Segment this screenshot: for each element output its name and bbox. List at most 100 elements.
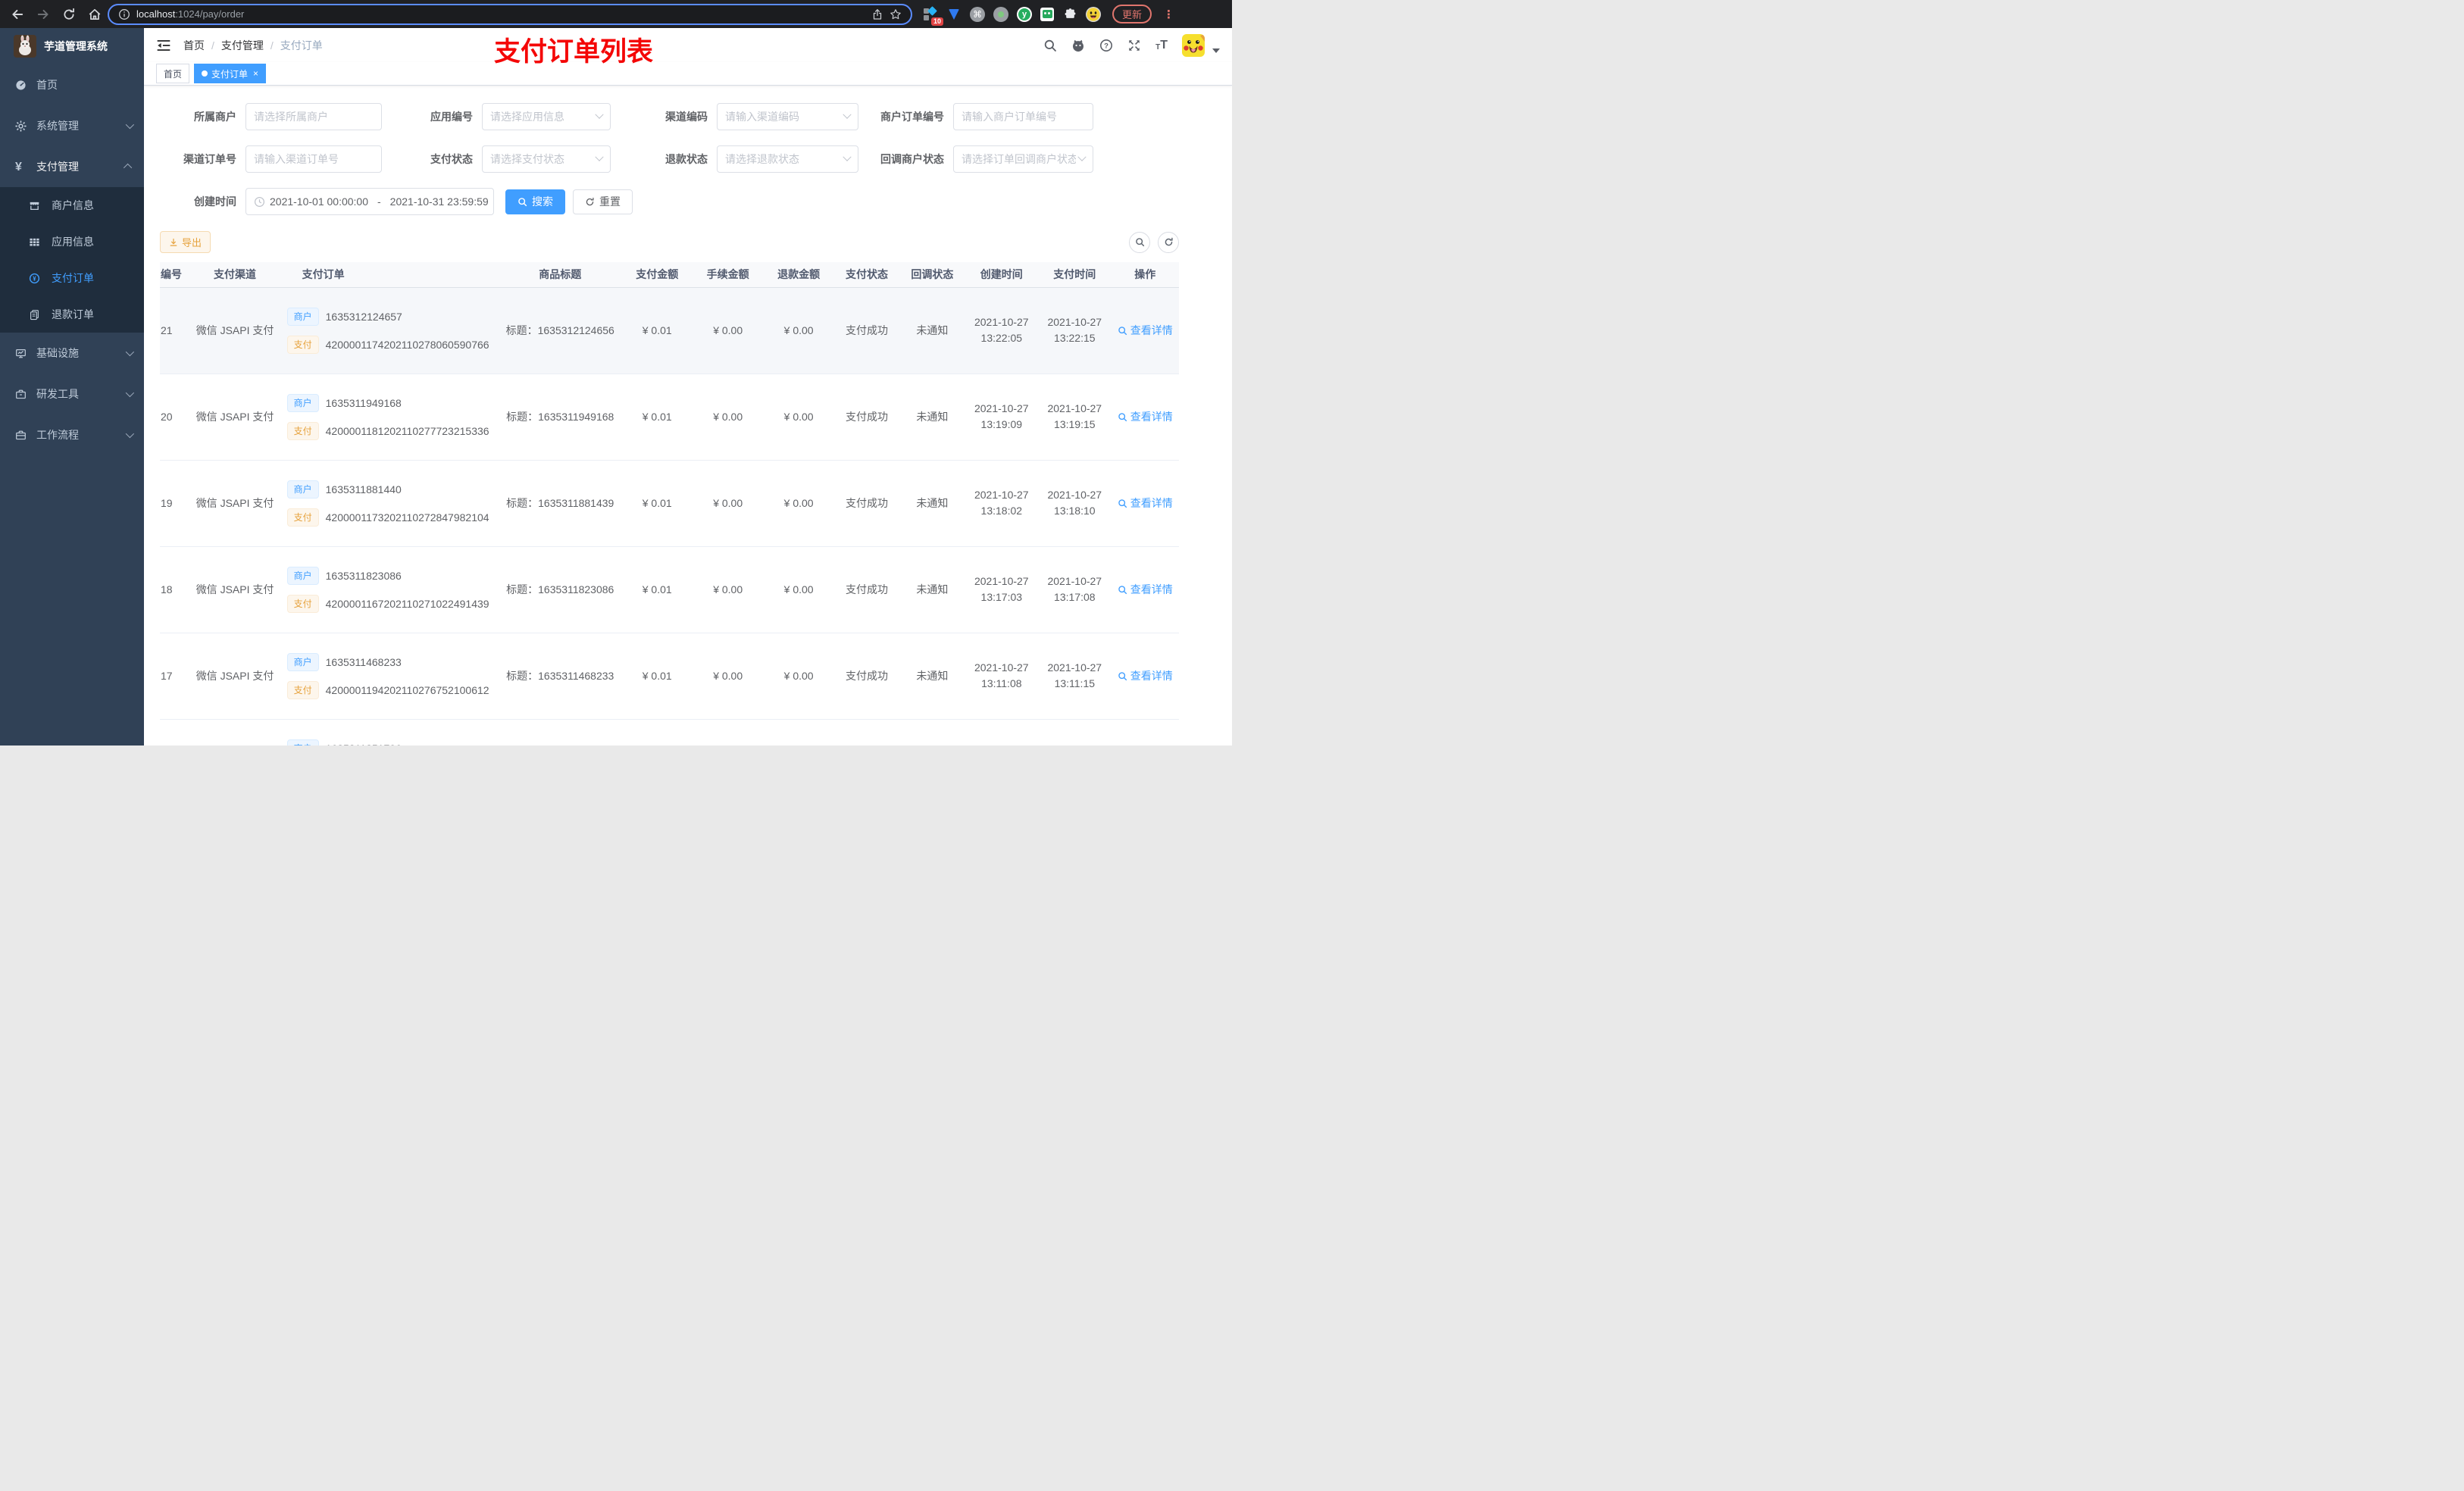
browser-menu-icon[interactable]: ⋮ <box>1160 8 1177 21</box>
merchant-tag: 商户 <box>286 566 319 585</box>
pay-time: 2021-10-27 13:11:15 <box>1038 633 1112 720</box>
search-button[interactable]: 搜索 <box>505 189 565 214</box>
briefcase-icon <box>15 430 27 441</box>
address-bar[interactable]: localhost:1024/pay/order <box>108 3 912 25</box>
view-detail-link[interactable]: 查看详情 <box>1118 323 1173 338</box>
help-icon[interactable]: ? <box>1099 39 1113 52</box>
pay-order-cell: 商户 1635311881440 支付 4200001173202110272847… <box>286 460 499 547</box>
chevron-down-icon <box>125 347 135 357</box>
export-button[interactable]: 导出 <box>160 231 211 253</box>
refresh-icon <box>1164 237 1174 247</box>
goods-title: 标题：1635311823086 <box>498 546 622 633</box>
column-channel: 支付渠道 <box>183 262 287 288</box>
logo-image <box>14 35 36 58</box>
fee-amount: ¥ 0.00 <box>692 546 764 633</box>
sidebar-item-workflow[interactable]: 工作流程 <box>0 414 144 455</box>
extension-emoji-icon[interactable] <box>1086 6 1101 22</box>
view-detail-link[interactable]: 查看详情 <box>1118 582 1173 597</box>
view-detail-link[interactable]: 查看详情 <box>1118 409 1173 424</box>
sidebar-item-infrastructure[interactable]: 基础设施 <box>0 333 144 374</box>
transaction-no: 4200001194202110276752100612 <box>325 683 489 696</box>
channel-code-label: 渠道编码 <box>665 111 708 123</box>
extension-chat-icon[interactable] <box>1040 7 1054 21</box>
actions-cell: 查看详情 <box>1111 460 1179 547</box>
refund-status-select[interactable] <box>717 145 858 173</box>
goods-title: 标题：1635311468233 <box>498 633 622 720</box>
home-icon[interactable] <box>88 8 102 21</box>
reset-button[interactable]: 重置 <box>573 189 633 214</box>
notify-status-input[interactable] <box>962 153 1076 165</box>
toggle-search-button[interactable] <box>1129 231 1150 253</box>
breadcrumb-payment[interactable]: 支付管理 <box>221 38 264 53</box>
extension-tag-assistant-icon[interactable]: 10 <box>923 5 943 26</box>
notify-status-select[interactable] <box>953 145 1093 173</box>
extensions-puzzle-icon[interactable] <box>1062 7 1077 22</box>
document-icon <box>29 309 40 320</box>
search-icon[interactable] <box>1043 39 1057 52</box>
merchant-order-no-input[interactable] <box>962 111 1085 123</box>
channel-code-select[interactable] <box>717 103 858 130</box>
font-size-icon[interactable]: TT <box>1155 39 1168 52</box>
sidebar-item-dev-tools[interactable]: 研发工具 <box>0 374 144 414</box>
collapse-menu-icon[interactable] <box>156 38 171 53</box>
search-icon <box>1135 237 1145 247</box>
sidebar-item-payment[interactable]: ¥ 支付管理 <box>0 146 144 187</box>
goods-title: 标题：1635312124656 <box>498 287 622 374</box>
pay-order-cell: 商户1635311351796 支付 <box>286 719 499 746</box>
avatar-dropdown-caret[interactable] <box>1212 48 1220 53</box>
app-select[interactable] <box>482 103 611 130</box>
sidebar-item-system[interactable]: 系统管理 <box>0 105 144 146</box>
channel-code-input[interactable] <box>725 111 841 123</box>
create-time-range-picker[interactable]: 2021-10-01 00:00:00 - 2021-10-31 23:59:5… <box>245 188 494 215</box>
sidebar-item-refund-order[interactable]: 退款订单 <box>0 296 144 333</box>
info-icon[interactable] <box>118 8 130 20</box>
merchant-input[interactable] <box>254 111 374 123</box>
pay-status-select[interactable] <box>482 145 611 173</box>
order-id: 21 <box>160 287 183 374</box>
actions-cell: 查看详情 <box>1111 374 1179 461</box>
active-dot <box>202 70 208 77</box>
avatar[interactable] <box>1182 33 1205 57</box>
chevron-down-icon <box>843 152 852 161</box>
filter-row-1: 所属商户 应用编号 渠道编码 商户订单编号 <box>160 103 1179 130</box>
refund-amount: ¥ 0.00 <box>763 546 834 633</box>
extension-dot-icon[interactable] <box>993 6 1008 22</box>
sidebar-item-home[interactable]: 首页 <box>0 64 144 105</box>
github-icon[interactable] <box>1071 39 1085 52</box>
share-icon[interactable] <box>871 8 883 20</box>
view-detail-link[interactable]: 查看详情 <box>1118 495 1173 511</box>
merchant-order-no-field[interactable] <box>953 103 1093 130</box>
extension-command-icon[interactable]: ⌘ <box>970 6 985 22</box>
pay-order-cell: 商户 1635312124657 支付 4200001174202110278060… <box>286 287 499 374</box>
reload-icon[interactable] <box>62 8 76 21</box>
sidebar-item-pay-order[interactable]: ¥ 支付订单 <box>0 260 144 296</box>
view-detail-link[interactable]: 查看详情 <box>1118 668 1173 683</box>
actions-cell: 查看详情 <box>1111 287 1179 374</box>
pay-status: 支付成功 <box>833 287 900 374</box>
bookmark-star-icon[interactable] <box>890 8 902 20</box>
back-icon[interactable] <box>11 8 24 21</box>
tab-pay-order[interactable]: 支付订单 × <box>194 64 267 83</box>
refund-amount: ¥ 0.00 <box>763 374 834 461</box>
extension-gem-icon[interactable] <box>946 7 962 22</box>
fullscreen-icon[interactable] <box>1127 39 1141 52</box>
sidebar-item-merchant-info[interactable]: 商户信息 <box>0 187 144 223</box>
sidebar-item-app-info[interactable]: 应用信息 <box>0 223 144 260</box>
channel-order-no-input[interactable] <box>254 153 374 165</box>
yen-icon: ¥ <box>15 160 22 173</box>
refund-status-input[interactable] <box>725 153 841 165</box>
tab-home[interactable]: 首页 <box>156 64 190 83</box>
forward-icon[interactable] <box>36 8 50 21</box>
pay-status-input[interactable] <box>490 153 593 165</box>
breadcrumb-home[interactable]: 首页 <box>183 38 205 53</box>
table-row: 19 微信 JSAPI 支付 商户 1635311881440 支付 4200001… <box>160 460 1179 547</box>
channel-order-no-field[interactable] <box>245 145 382 173</box>
extension-y-icon[interactable]: y <box>1017 6 1032 22</box>
merchant-select[interactable] <box>245 103 382 130</box>
create-time: 2021-10-27 13:17:03 <box>965 546 1039 633</box>
column-fee: 手续金额 <box>692 262 764 288</box>
close-icon[interactable]: × <box>253 68 258 79</box>
refresh-table-button[interactable] <box>1158 231 1179 253</box>
browser-update-button[interactable]: 更新 <box>1112 5 1152 23</box>
app-input[interactable] <box>490 111 593 123</box>
